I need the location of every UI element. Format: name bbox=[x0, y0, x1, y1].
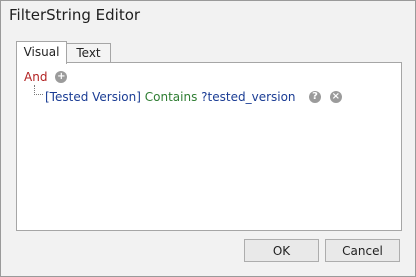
group-row: And + bbox=[24, 69, 68, 85]
help-icon[interactable]: ? bbox=[309, 91, 321, 103]
group-operator[interactable]: And bbox=[24, 70, 47, 84]
tab-visual[interactable]: Visual bbox=[16, 41, 67, 64]
remove-condition-icon[interactable]: × bbox=[329, 91, 342, 103]
filterstring-editor-dialog: FilterString Editor Visual Text And + [T… bbox=[0, 0, 416, 277]
dialog-title: FilterString Editor bbox=[9, 6, 141, 24]
visual-filter-panel: And + [Tested Version] Contains ?tested_… bbox=[16, 62, 402, 231]
tree-connector bbox=[34, 85, 43, 95]
ok-button[interactable]: OK bbox=[244, 239, 319, 262]
condition-value[interactable]: ?tested_version bbox=[201, 89, 298, 105]
condition-operator[interactable]: Contains bbox=[145, 90, 198, 104]
tab-text[interactable]: Text bbox=[66, 43, 111, 63]
cancel-button[interactable]: Cancel bbox=[325, 239, 400, 262]
add-condition-icon[interactable]: + bbox=[55, 71, 68, 83]
condition-field[interactable]: [Tested Version] bbox=[45, 90, 141, 104]
condition-row: [Tested Version] Contains ?tested_versio… bbox=[45, 89, 342, 105]
